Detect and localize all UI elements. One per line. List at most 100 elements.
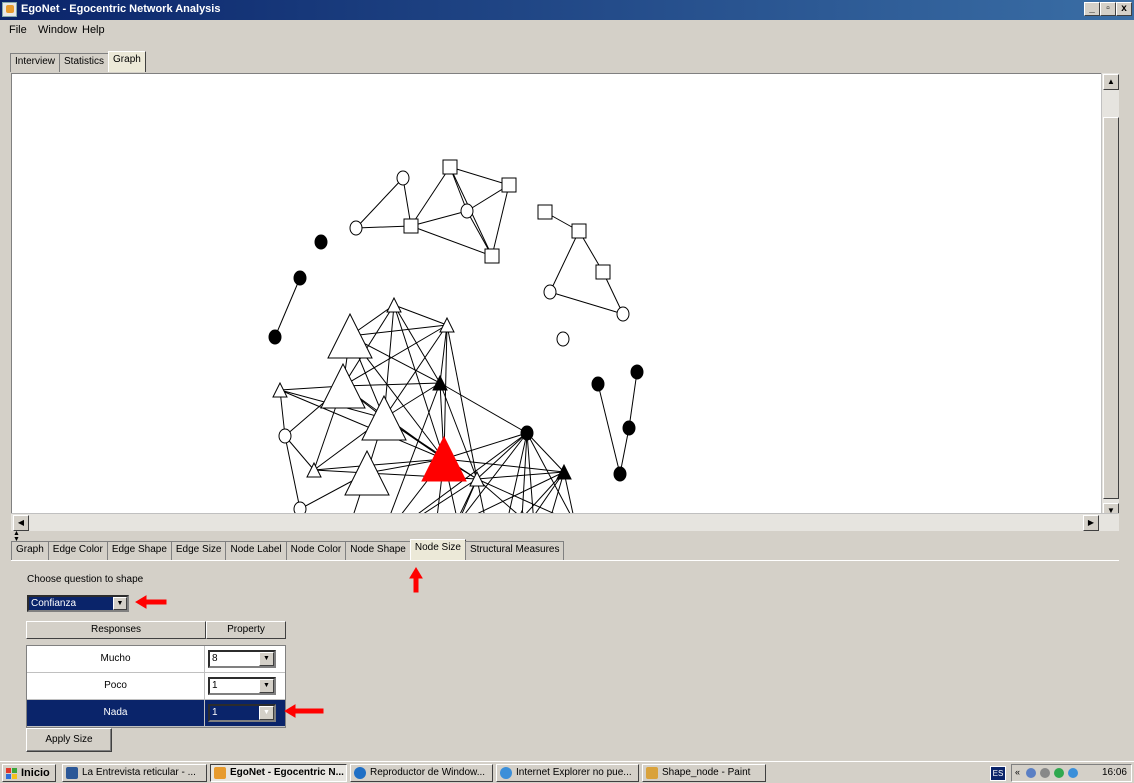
node-size-panel: Choose question to shape Confianza ▼ Res… <box>11 560 1119 755</box>
table-row[interactable]: Poco 1 ▼ <box>27 673 285 700</box>
graph-edge <box>597 383 621 475</box>
graph-node[interactable] <box>344 449 390 496</box>
column-header-property[interactable]: Property <box>206 621 286 639</box>
update-icon[interactable] <box>1068 768 1078 778</box>
language-indicator[interactable]: ES <box>990 766 1006 781</box>
table-row-selected[interactable]: Nada 1 ▼ <box>27 700 285 727</box>
graph-node[interactable] <box>386 296 402 313</box>
tab-graph[interactable]: Graph <box>108 51 146 72</box>
size-dropdown[interactable]: 8 ▼ <box>208 650 276 668</box>
table-row[interactable]: Mucho 8 ▼ <box>27 646 285 673</box>
tab-node-label[interactable]: Node Label <box>225 541 287 560</box>
graph-vertical-scrollbar[interactable]: ▲ ▼ <box>1101 73 1119 521</box>
graph-node[interactable] <box>439 316 455 333</box>
graph-node[interactable] <box>349 220 363 236</box>
menu-file[interactable]: File <box>9 24 27 36</box>
graph-edge <box>342 382 441 387</box>
network-icon[interactable] <box>1040 768 1050 778</box>
graph-node[interactable] <box>361 394 407 441</box>
graph-node[interactable] <box>595 264 611 280</box>
graph-node[interactable] <box>613 466 627 482</box>
graph-node[interactable] <box>327 312 373 359</box>
graph-node[interactable] <box>396 170 410 186</box>
graph-node[interactable] <box>630 364 644 380</box>
taskbar-item-internet-explorer[interactable]: Internet Explorer no pue... <box>496 764 639 782</box>
tab-node-size[interactable]: Node Size <box>409 539 466 560</box>
tab-edge-shape[interactable]: Edge Shape <box>106 541 172 560</box>
graph-edge <box>526 432 565 473</box>
response-cell[interactable]: Mucho <box>27 646 205 673</box>
property-cell: 8 ▼ <box>205 646 285 673</box>
graph-node[interactable] <box>591 376 605 392</box>
maximize-button[interactable]: ▫ <box>1100 2 1116 16</box>
windows-taskbar: Inicio La Entrevista reticular - ... Ego… <box>0 761 1134 783</box>
tab-node-color[interactable]: Node Color <box>285 541 347 560</box>
taskbar-item-label: Shape_node - Paint <box>662 767 751 778</box>
graph-node[interactable] <box>520 425 534 441</box>
graph-node[interactable] <box>484 248 500 264</box>
graph-node[interactable] <box>278 428 292 444</box>
tab-interview[interactable]: Interview <box>10 53 61 72</box>
tab-edge-size[interactable]: Edge Size <box>170 541 227 560</box>
taskbar-item-media-player[interactable]: Reproductor de Window... <box>350 764 493 782</box>
taskbar-item-egonet[interactable]: EgoNet - Egocentric N... <box>210 764 347 782</box>
graph-node[interactable] <box>537 204 553 220</box>
start-button[interactable]: Inicio <box>2 764 56 782</box>
tab-structural-measures[interactable]: Structural Measures <box>464 541 565 560</box>
response-cell[interactable]: Poco <box>27 673 205 700</box>
column-header-responses[interactable]: Responses <box>26 621 206 639</box>
size-dropdown-value: 8 <box>212 653 218 664</box>
chevron-down-icon[interactable]: ▼ <box>259 679 274 693</box>
panel-splitter[interactable]: ▲ ▼ <box>11 530 1119 543</box>
word-icon <box>66 767 78 779</box>
tab-graph-settings[interactable]: Graph <box>11 541 49 560</box>
window-controls: _ ▫ x <box>1084 2 1132 16</box>
graph-node[interactable] <box>460 203 474 219</box>
graph-edge <box>476 432 528 480</box>
window-title: EgoNet - Egocentric Network Analysis <box>21 3 221 15</box>
chevron-down-icon[interactable]: ▼ <box>259 652 274 666</box>
question-dropdown[interactable]: Confianza ▼ <box>27 595 129 612</box>
graph-edge <box>549 230 580 293</box>
ego-node[interactable] <box>421 435 467 482</box>
network-graph-canvas[interactable] <box>11 73 1119 537</box>
graph-node[interactable] <box>501 177 517 193</box>
tab-node-shape[interactable]: Node Shape <box>345 541 411 560</box>
graph-horizontal-scrollbar[interactable]: ◀ ▶ <box>11 513 1119 531</box>
tab-edge-color[interactable]: Edge Color <box>47 541 108 560</box>
tray-expand-icon[interactable]: « <box>1015 767 1020 777</box>
graph-node[interactable] <box>543 284 557 300</box>
chevron-down-icon[interactable]: ▼ <box>113 597 127 610</box>
size-dropdown[interactable]: 1 ▼ <box>208 704 276 722</box>
chevron-down-icon[interactable]: ▼ <box>259 706 274 720</box>
graph-node[interactable] <box>403 218 419 234</box>
close-button[interactable]: x <box>1116 2 1132 16</box>
response-cell[interactable]: Nada <box>27 700 205 727</box>
graph-edge <box>443 432 528 460</box>
graph-node[interactable] <box>571 223 587 239</box>
volume-icon[interactable] <box>1026 768 1036 778</box>
apply-size-button[interactable]: Apply Size <box>26 728 112 752</box>
minimize-button[interactable]: _ <box>1084 2 1100 16</box>
graph-node[interactable] <box>556 331 570 347</box>
menu-help[interactable]: Help <box>82 24 105 36</box>
graph-node[interactable] <box>616 306 630 322</box>
graph-node[interactable] <box>268 329 282 345</box>
size-dropdown[interactable]: 1 ▼ <box>208 677 276 695</box>
scroll-thumb[interactable] <box>1103 117 1119 499</box>
taskbar-item-word[interactable]: La Entrevista reticular - ... <box>62 764 207 782</box>
question-dropdown-value: Confianza <box>31 598 77 609</box>
menu-window[interactable]: Window <box>38 24 77 36</box>
tab-statistics[interactable]: Statistics <box>59 53 110 72</box>
scroll-up-button[interactable]: ▲ <box>1103 74 1119 90</box>
scroll-left-button[interactable]: ◀ <box>13 515 29 531</box>
scroll-right-button[interactable]: ▶ <box>1083 515 1099 531</box>
antivirus-icon[interactable] <box>1054 768 1064 778</box>
graph-node[interactable] <box>314 234 328 250</box>
graph-node[interactable] <box>442 159 458 175</box>
responses-table-header: Responses Property <box>26 621 286 639</box>
graph-node[interactable] <box>622 420 636 436</box>
graph-node[interactable] <box>293 270 307 286</box>
graph-edge <box>508 432 528 514</box>
taskbar-item-paint[interactable]: Shape_node - Paint <box>642 764 766 782</box>
